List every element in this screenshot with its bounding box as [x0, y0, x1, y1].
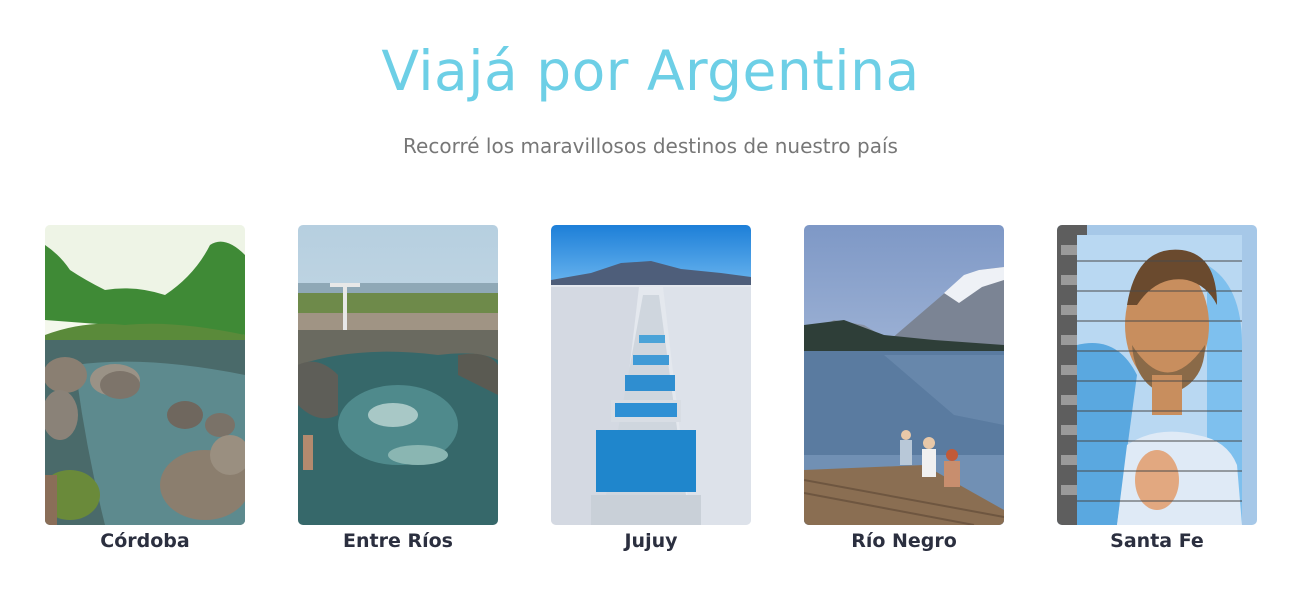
- destination-card-rio-negro[interactable]: Río Negro: [804, 225, 1004, 554]
- destination-label: Jujuy: [624, 530, 678, 552]
- destination-card-jujuy[interactable]: Jujuy: [551, 225, 751, 554]
- destination-photo-entre-rios[interactable]: [298, 225, 498, 525]
- destination-label: Entre Ríos: [343, 530, 453, 552]
- destination-card-santa-fe[interactable]: Santa Fe: [1057, 225, 1257, 554]
- destination-label: Río Negro: [851, 530, 957, 552]
- destination-label: Santa Fe: [1110, 530, 1204, 552]
- page-subtitle: Recorré los maravillosos destinos de nue…: [403, 134, 898, 158]
- destination-photo-cordoba[interactable]: [45, 225, 245, 525]
- destination-photo-jujuy[interactable]: [551, 225, 751, 525]
- page-title: Viajá por Argentina: [381, 39, 920, 103]
- destination-label: Córdoba: [100, 530, 190, 552]
- destination-card-entre-rios[interactable]: Entre Ríos: [298, 225, 498, 554]
- destination-photo-rio-negro[interactable]: [804, 225, 1004, 525]
- destination-card-cordoba[interactable]: Córdoba: [45, 225, 245, 554]
- destination-photo-santa-fe[interactable]: [1057, 225, 1257, 525]
- page: Viajá por Argentina Recorré los maravill…: [0, 0, 1305, 590]
